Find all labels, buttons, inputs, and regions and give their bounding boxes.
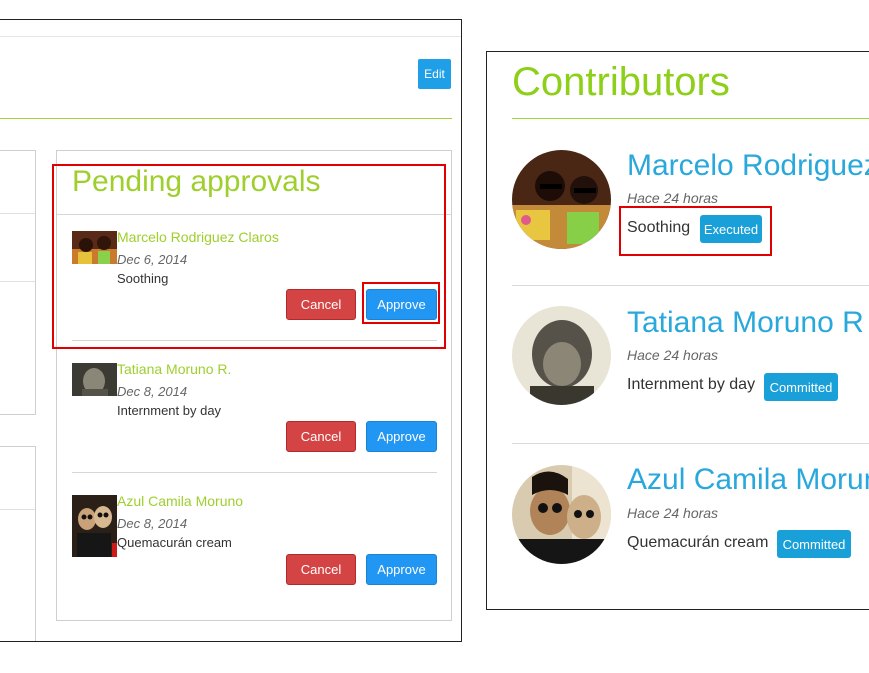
- approve-button[interactable]: Approve: [366, 554, 437, 585]
- contributors-title: Contributors: [512, 60, 730, 104]
- status-badge: Committed: [777, 530, 851, 558]
- contribution-description: Internment by day: [627, 376, 756, 393]
- highlight-approve-button: [362, 282, 440, 324]
- highlight-executed-status: [619, 206, 772, 256]
- side-panel-divider: [0, 281, 35, 282]
- request-date: Dec 8, 2014: [117, 516, 188, 531]
- header-green-rule: [0, 118, 452, 119]
- request-description: Internment by day: [117, 403, 222, 418]
- contribution-description: Quemacurán cream: [627, 534, 769, 551]
- contributor-name-link[interactable]: Azul Camila Morun: [627, 463, 869, 497]
- avatar: [512, 150, 611, 249]
- item-separator: [72, 472, 437, 473]
- header-green-rule: [512, 118, 869, 119]
- user-photo-thumbnail: [72, 363, 117, 396]
- side-panel-divider: [0, 509, 35, 510]
- request-date: Dec 8, 2014: [117, 384, 188, 399]
- edit-button[interactable]: Edit: [418, 59, 451, 89]
- status-badge: Committed: [764, 373, 838, 401]
- avatar: [512, 306, 611, 405]
- contribution-time: Hace 24 horas: [627, 505, 719, 521]
- contributor-name-link[interactable]: Marcelo Rodriguez: [627, 149, 869, 183]
- requester-name-link[interactable]: Tatiana Moruno R.: [117, 361, 231, 377]
- pending-item: Tatiana Moruno R. Dec 8, 2014 Internment…: [72, 361, 437, 483]
- cancel-button[interactable]: Cancel: [286, 421, 356, 452]
- user-photo-thumbnail: [72, 495, 117, 557]
- header-divider: [0, 36, 461, 37]
- side-panel-bottom: [0, 446, 36, 641]
- approve-button[interactable]: Approve: [366, 421, 437, 452]
- contributor-separator: [512, 443, 869, 444]
- avatar: [512, 465, 611, 564]
- side-panel-top: [0, 150, 36, 415]
- cancel-button[interactable]: Cancel: [286, 554, 356, 585]
- requester-name-link[interactable]: Azul Camila Moruno: [117, 493, 243, 509]
- contributor-name-link[interactable]: Tatiana Moruno R: [627, 306, 864, 340]
- contributors-screen: Contributors Marcelo Rodriguez Hace 24 h…: [486, 51, 869, 610]
- side-panel-divider: [0, 213, 35, 214]
- contribution-time: Hace 24 horas: [627, 347, 719, 363]
- contributor-separator: [512, 285, 869, 286]
- pending-item: Azul Camila Moruno Dec 8, 2014 Quemacurá…: [72, 493, 437, 615]
- contribution-time: Hace 24 horas: [627, 190, 719, 206]
- request-description: Quemacurán cream: [117, 535, 232, 550]
